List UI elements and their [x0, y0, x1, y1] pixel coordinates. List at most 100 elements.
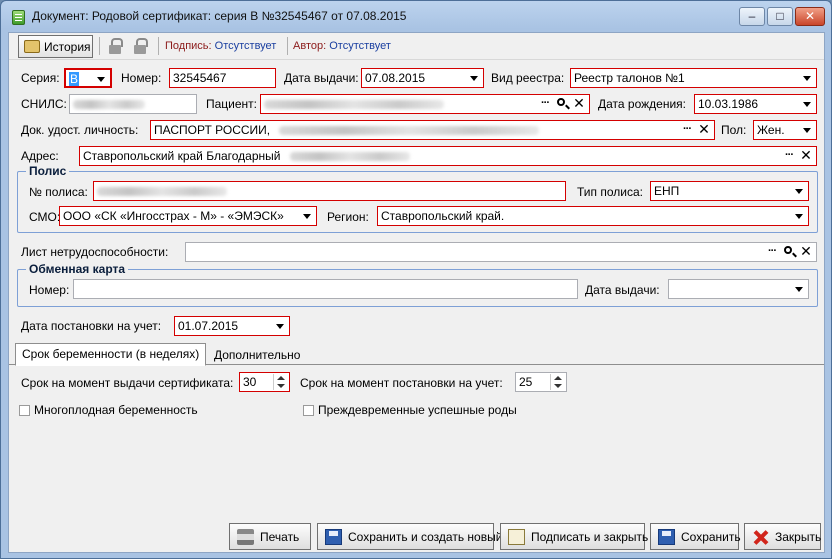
patient-search-button[interactable] — [554, 96, 570, 112]
chevron-down-icon[interactable] — [299, 208, 315, 224]
minimize-button[interactable]: – — [739, 7, 765, 26]
multiple-pregnancy-checkbox[interactable] — [19, 405, 30, 416]
author-status: Автор: Отсутствует — [293, 40, 391, 52]
series-label: Серия: — [21, 71, 60, 85]
issue-date-picker[interactable]: 07.08.2015 — [361, 68, 484, 88]
exchange-card-date-picker[interactable] — [668, 279, 809, 299]
sign-document-icon — [508, 529, 525, 545]
term-at-registration-stepper[interactable]: 25 — [515, 372, 567, 392]
id-document-browse-button[interactable]: ··· — [679, 122, 695, 138]
id-document-clear-button[interactable]: ✕ — [696, 122, 712, 138]
exchange-card-date-label: Дата выдачи: — [585, 283, 660, 297]
chevron-down-icon[interactable] — [93, 71, 109, 86]
registration-date-picker[interactable]: 01.07.2015 — [174, 316, 290, 336]
maximize-icon: □ — [776, 9, 784, 23]
policy-number-redacted — [97, 187, 227, 197]
chevron-down-icon[interactable] — [799, 96, 815, 112]
policy-type-value: ЕНП — [654, 184, 680, 198]
snils-label: СНИЛС: — [21, 97, 67, 111]
patient-label: Пациент: — [206, 97, 258, 111]
close-icon: ✕ — [804, 9, 816, 23]
birth-date-label: Дата рождения: — [598, 97, 686, 111]
region-select[interactable]: Ставропольский край. — [377, 206, 809, 226]
toolbar-separator — [99, 37, 100, 55]
chevron-down-icon[interactable] — [466, 70, 482, 86]
patient-clear-button[interactable]: ✕ — [571, 96, 587, 112]
patient-redacted — [264, 100, 444, 110]
chevron-down-icon[interactable] — [791, 183, 807, 199]
sex-value: Жен. — [757, 123, 785, 137]
sick-leave-field[interactable]: ··· ✕ — [185, 242, 817, 262]
tab-additional[interactable]: Дополнительно — [208, 345, 306, 365]
preterm-birth-checkbox[interactable] — [303, 405, 314, 416]
series-select[interactable]: В — [64, 68, 112, 88]
save-icon — [658, 529, 675, 545]
address-redacted — [289, 152, 410, 162]
print-button[interactable]: Печать — [229, 523, 311, 550]
exchange-card-number-input[interactable] — [73, 279, 578, 299]
id-document-redacted — [279, 126, 540, 136]
form-client-area: История Подпись: Отсутствует Автор: Отсу… — [8, 32, 825, 553]
address-value: Ставропольский край Благодарный — [83, 149, 281, 163]
title-bar: Документ: Родовой сертификат: серия В №3… — [1, 1, 831, 31]
chevron-down-icon[interactable] — [272, 318, 288, 334]
chevron-down-icon[interactable] — [791, 281, 807, 297]
number-label: Номер: — [121, 71, 162, 85]
address-field[interactable]: Ставропольский край Благодарный ··· ✕ — [79, 146, 817, 166]
signature-label: Подпись: — [165, 40, 212, 52]
address-browse-button[interactable]: ··· — [781, 148, 797, 164]
snils-input[interactable] — [69, 94, 197, 114]
sick-leave-label: Лист нетрудоспособности: — [21, 245, 169, 259]
birth-date-value: 10.03.1986 — [698, 97, 759, 111]
tab-pregnancy-term[interactable]: Срок беременности (в неделях) — [15, 343, 207, 366]
registry-type-label: Вид реестра: — [491, 71, 565, 85]
document-app-icon — [12, 10, 25, 25]
sick-leave-search-button[interactable] — [781, 244, 797, 260]
author-label: Автор: — [293, 40, 327, 52]
save-button[interactable]: Сохранить — [650, 523, 741, 550]
number-value: 32545467 — [173, 71, 227, 85]
patient-browse-button[interactable]: ··· — [537, 96, 553, 112]
policy-number-input[interactable] — [93, 181, 566, 201]
close-window-button[interactable]: ✕ — [795, 7, 825, 26]
save-and-new-button[interactable]: Сохранить и создать новый — [317, 523, 502, 550]
close-label: Закрыть — [775, 530, 822, 544]
spin-arrows-icon[interactable] — [273, 374, 288, 390]
chevron-down-icon[interactable] — [799, 122, 815, 138]
toolbar: История Подпись: Отсутствует Автор: Отсу… — [9, 33, 824, 60]
signature-status: Подпись: Отсутствует — [165, 40, 276, 52]
sick-leave-clear-button[interactable]: ✕ — [798, 244, 814, 260]
close-icon — [752, 529, 769, 545]
number-input[interactable]: 32545467 — [169, 68, 276, 88]
snils-redacted — [73, 100, 145, 110]
issue-date-value: 07.08.2015 — [365, 71, 426, 85]
sick-leave-browse-button[interactable]: ··· — [764, 244, 780, 260]
id-document-field[interactable]: ПАСПОРТ РОССИИ, ··· ✕ — [150, 120, 715, 140]
chevron-down-icon[interactable] — [799, 70, 815, 86]
spin-arrows-icon[interactable] — [550, 374, 565, 390]
window-controls: – □ ✕ — [739, 7, 825, 26]
unlock-icon[interactable] — [133, 38, 148, 54]
lock-icon[interactable] — [108, 38, 123, 54]
close-button[interactable]: Закрыть — [744, 523, 821, 550]
save-label: Сохранить — [681, 530, 741, 544]
sign-and-close-button[interactable]: Подписать и закрыть — [500, 523, 649, 550]
chevron-down-icon[interactable] — [791, 208, 807, 224]
multiple-pregnancy-label: Многоплодная беременность — [34, 403, 198, 417]
term-at-issue-stepper[interactable]: 30 — [239, 372, 290, 392]
sex-label: Пол: — [721, 123, 747, 137]
registration-date-value: 01.07.2015 — [178, 319, 239, 333]
registry-type-select[interactable]: Реестр талонов №1 — [570, 68, 817, 88]
sign-and-close-label: Подписать и закрыть — [531, 530, 649, 544]
birth-date-picker[interactable]: 10.03.1986 — [694, 94, 817, 114]
region-value: Ставропольский край. — [381, 209, 505, 223]
patient-field[interactable]: ··· ✕ — [260, 94, 590, 114]
history-icon — [24, 40, 40, 53]
smo-select[interactable]: ООО «СК «Ингосстрах - М» - «ЭМЭСК» — [59, 206, 317, 226]
policy-type-select[interactable]: ЕНП — [650, 181, 809, 201]
region-label: Регион: — [327, 210, 369, 224]
history-button[interactable]: История — [18, 35, 93, 58]
sex-select[interactable]: Жен. — [753, 120, 817, 140]
maximize-button[interactable]: □ — [767, 7, 793, 26]
address-clear-button[interactable]: ✕ — [798, 148, 814, 164]
